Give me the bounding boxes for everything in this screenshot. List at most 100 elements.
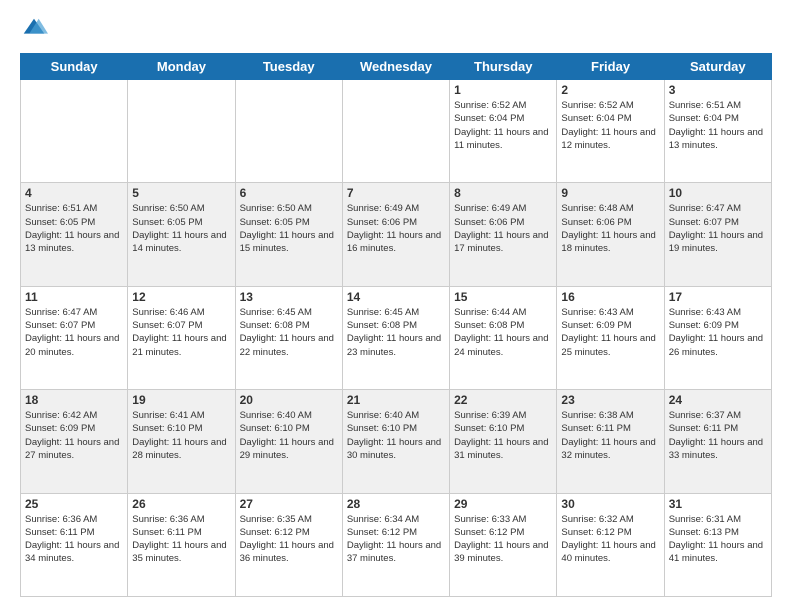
calendar-cell: 9 Sunrise: 6:48 AM Sunset: 6:06 PM Daylig…	[557, 183, 664, 286]
calendar-cell: 24 Sunrise: 6:37 AM Sunset: 6:11 PM Dayli…	[664, 390, 771, 493]
calendar-cell: 22 Sunrise: 6:39 AM Sunset: 6:10 PM Dayli…	[450, 390, 557, 493]
calendar-cell: 25 Sunrise: 6:36 AM Sunset: 6:11 PM Dayli…	[21, 493, 128, 596]
day-info: Sunrise: 6:31 AM Sunset: 6:13 PM Dayligh…	[669, 513, 767, 566]
day-number: 22	[454, 393, 552, 407]
day-info: Sunrise: 6:40 AM Sunset: 6:10 PM Dayligh…	[347, 409, 445, 462]
logo-icon	[20, 15, 48, 43]
day-info: Sunrise: 6:51 AM Sunset: 6:05 PM Dayligh…	[25, 202, 123, 255]
day-number: 21	[347, 393, 445, 407]
calendar-cell	[342, 80, 449, 183]
day-info: Sunrise: 6:37 AM Sunset: 6:11 PM Dayligh…	[669, 409, 767, 462]
day-info: Sunrise: 6:36 AM Sunset: 6:11 PM Dayligh…	[132, 513, 230, 566]
day-number: 16	[561, 290, 659, 304]
day-number: 13	[240, 290, 338, 304]
day-info: Sunrise: 6:33 AM Sunset: 6:12 PM Dayligh…	[454, 513, 552, 566]
weekday-header: Monday	[128, 54, 235, 80]
calendar-cell	[21, 80, 128, 183]
day-info: Sunrise: 6:39 AM Sunset: 6:10 PM Dayligh…	[454, 409, 552, 462]
day-info: Sunrise: 6:50 AM Sunset: 6:05 PM Dayligh…	[132, 202, 230, 255]
calendar-cell: 11 Sunrise: 6:47 AM Sunset: 6:07 PM Dayli…	[21, 286, 128, 389]
calendar-cell: 20 Sunrise: 6:40 AM Sunset: 6:10 PM Dayli…	[235, 390, 342, 493]
calendar-cell: 6 Sunrise: 6:50 AM Sunset: 6:05 PM Daylig…	[235, 183, 342, 286]
calendar-cell	[235, 80, 342, 183]
day-info: Sunrise: 6:51 AM Sunset: 6:04 PM Dayligh…	[669, 99, 767, 152]
calendar-cell: 27Sunrise: 6:35 AM Sunset: 6:12 PM Dayli…	[235, 493, 342, 596]
calendar-cell: 8 Sunrise: 6:49 AM Sunset: 6:06 PM Daylig…	[450, 183, 557, 286]
weekday-header: Friday	[557, 54, 664, 80]
calendar-cell: 18 Sunrise: 6:42 AM Sunset: 6:09 PM Dayli…	[21, 390, 128, 493]
day-info: Sunrise: 6:36 AM Sunset: 6:11 PM Dayligh…	[25, 513, 123, 566]
calendar-cell: 2 Sunrise: 6:52 AM Sunset: 6:04 PM Daylig…	[557, 80, 664, 183]
day-number: 9	[561, 186, 659, 200]
day-number: 24	[669, 393, 767, 407]
day-number: 10	[669, 186, 767, 200]
day-number: 14	[347, 290, 445, 304]
day-info: Sunrise: 6:40 AM Sunset: 6:10 PM Dayligh…	[240, 409, 338, 462]
day-info: Sunrise: 6:32 AM Sunset: 6:12 PM Dayligh…	[561, 513, 659, 566]
calendar-cell: 23 Sunrise: 6:38 AM Sunset: 6:11 PM Dayli…	[557, 390, 664, 493]
calendar-cell: 10Sunrise: 6:47 AM Sunset: 6:07 PM Dayli…	[664, 183, 771, 286]
day-info: Sunrise: 6:44 AM Sunset: 6:08 PM Dayligh…	[454, 306, 552, 359]
weekday-header: Thursday	[450, 54, 557, 80]
day-info: Sunrise: 6:38 AM Sunset: 6:11 PM Dayligh…	[561, 409, 659, 462]
calendar-cell: 26 Sunrise: 6:36 AM Sunset: 6:11 PM Dayli…	[128, 493, 235, 596]
calendar-cell: 13Sunrise: 6:45 AM Sunset: 6:08 PM Dayli…	[235, 286, 342, 389]
calendar-cell: 21 Sunrise: 6:40 AM Sunset: 6:10 PM Dayli…	[342, 390, 449, 493]
day-number: 5	[132, 186, 230, 200]
header	[20, 15, 772, 43]
day-number: 8	[454, 186, 552, 200]
day-number: 17	[669, 290, 767, 304]
calendar-cell: 29 Sunrise: 6:33 AM Sunset: 6:12 PM Dayli…	[450, 493, 557, 596]
day-info: Sunrise: 6:43 AM Sunset: 6:09 PM Dayligh…	[561, 306, 659, 359]
day-info: Sunrise: 6:42 AM Sunset: 6:09 PM Dayligh…	[25, 409, 123, 462]
day-number: 3	[669, 83, 767, 97]
day-info: Sunrise: 6:46 AM Sunset: 6:07 PM Dayligh…	[132, 306, 230, 359]
calendar-cell: 14 Sunrise: 6:45 AM Sunset: 6:08 PM Dayli…	[342, 286, 449, 389]
day-info: Sunrise: 6:50 AM Sunset: 6:05 PM Dayligh…	[240, 202, 338, 255]
weekday-header: Wednesday	[342, 54, 449, 80]
day-info: Sunrise: 6:52 AM Sunset: 6:04 PM Dayligh…	[561, 99, 659, 152]
day-info: Sunrise: 6:34 AM Sunset: 6:12 PM Dayligh…	[347, 513, 445, 566]
day-info: Sunrise: 6:41 AM Sunset: 6:10 PM Dayligh…	[132, 409, 230, 462]
calendar-cell: 3 Sunrise: 6:51 AM Sunset: 6:04 PM Daylig…	[664, 80, 771, 183]
calendar-cell	[128, 80, 235, 183]
day-info: Sunrise: 6:48 AM Sunset: 6:06 PM Dayligh…	[561, 202, 659, 255]
day-info: Sunrise: 6:47 AM Sunset: 6:07 PM Dayligh…	[25, 306, 123, 359]
calendar-cell: 7Sunrise: 6:49 AM Sunset: 6:06 PM Daylig…	[342, 183, 449, 286]
calendar-table: SundayMondayTuesdayWednesdayThursdayFrid…	[20, 53, 772, 597]
day-number: 6	[240, 186, 338, 200]
calendar-cell: 30 Sunrise: 6:32 AM Sunset: 6:12 PM Dayli…	[557, 493, 664, 596]
day-number: 18	[25, 393, 123, 407]
day-number: 12	[132, 290, 230, 304]
weekday-header: Sunday	[21, 54, 128, 80]
day-number: 31	[669, 497, 767, 511]
calendar-cell: 5 Sunrise: 6:50 AM Sunset: 6:05 PM Daylig…	[128, 183, 235, 286]
day-info: Sunrise: 6:45 AM Sunset: 6:08 PM Dayligh…	[347, 306, 445, 359]
day-number: 15	[454, 290, 552, 304]
day-number: 29	[454, 497, 552, 511]
calendar-cell: 12 Sunrise: 6:46 AM Sunset: 6:07 PM Dayli…	[128, 286, 235, 389]
page: SundayMondayTuesdayWednesdayThursdayFrid…	[0, 0, 792, 612]
calendar-cell: 4 Sunrise: 6:51 AM Sunset: 6:05 PM Daylig…	[21, 183, 128, 286]
day-number: 23	[561, 393, 659, 407]
day-info: Sunrise: 6:49 AM Sunset: 6:06 PM Dayligh…	[347, 202, 445, 255]
logo	[20, 15, 52, 43]
day-number: 27	[240, 497, 338, 511]
day-number: 19	[132, 393, 230, 407]
day-number: 4	[25, 186, 123, 200]
day-number: 2	[561, 83, 659, 97]
calendar-cell: 1 Sunrise: 6:52 AM Sunset: 6:04 PM Daylig…	[450, 80, 557, 183]
day-number: 1	[454, 83, 552, 97]
weekday-header: Saturday	[664, 54, 771, 80]
day-info: Sunrise: 6:49 AM Sunset: 6:06 PM Dayligh…	[454, 202, 552, 255]
day-info: Sunrise: 6:52 AM Sunset: 6:04 PM Dayligh…	[454, 99, 552, 152]
day-number: 20	[240, 393, 338, 407]
calendar-cell: 15 Sunrise: 6:44 AM Sunset: 6:08 PM Dayli…	[450, 286, 557, 389]
calendar-cell: 31 Sunrise: 6:31 AM Sunset: 6:13 PM Dayli…	[664, 493, 771, 596]
day-number: 28	[347, 497, 445, 511]
day-number: 30	[561, 497, 659, 511]
day-number: 25	[25, 497, 123, 511]
day-number: 11	[25, 290, 123, 304]
day-number: 26	[132, 497, 230, 511]
day-info: Sunrise: 6:43 AM Sunset: 6:09 PM Dayligh…	[669, 306, 767, 359]
